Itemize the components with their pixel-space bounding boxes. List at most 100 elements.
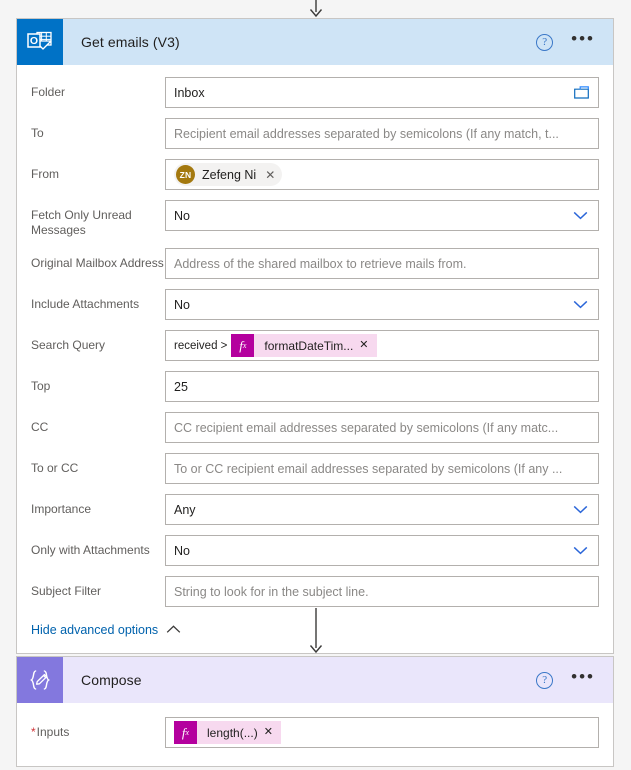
arrow-between-cards bbox=[0, 608, 631, 654]
action-card-compose[interactable]: Compose ? ••• *Inputs fx length(...) ✕ bbox=[16, 656, 614, 767]
importance-dropdown[interactable]: Any bbox=[165, 494, 599, 525]
card-title-get-emails: Get emails (V3) bbox=[81, 34, 180, 50]
card-title-compose: Compose bbox=[81, 672, 142, 688]
more-options-icon[interactable]: ••• bbox=[571, 668, 595, 687]
more-options-icon[interactable]: ••• bbox=[571, 30, 595, 49]
from-input[interactable]: ZN Zefeng Ni ✕ bbox=[165, 159, 599, 190]
to-placeholder: Recipient email addresses separated by s… bbox=[174, 126, 559, 141]
help-icon[interactable]: ? bbox=[536, 33, 554, 51]
chevron-glyph bbox=[573, 211, 588, 219]
chevron-down-icon[interactable] bbox=[567, 503, 594, 517]
field-label-search-query: Search Query bbox=[31, 338, 106, 352]
field-row-search-query: Search Query received > fx formatDateTim… bbox=[31, 330, 599, 361]
field-row-importance: Importance Any bbox=[31, 494, 599, 525]
field-control-search-query: received > fx formatDateTim... ✕ bbox=[165, 330, 599, 361]
field-control-to: Recipient email addresses separated by s… bbox=[165, 118, 599, 149]
field-row-top: Top 25 bbox=[31, 371, 599, 402]
importance-value: Any bbox=[174, 502, 196, 517]
chevron-down-icon[interactable] bbox=[567, 209, 594, 223]
field-label-include-attachments: Include Attachments bbox=[31, 297, 140, 311]
remove-token-icon[interactable]: ✕ bbox=[359, 340, 376, 351]
help-icon[interactable]: ? bbox=[536, 671, 554, 689]
field-row-include-attachments: Include Attachments No bbox=[31, 289, 599, 320]
field-label-folder: Folder bbox=[31, 85, 66, 99]
expression-token-formatdatetime[interactable]: fx formatDateTim... ✕ bbox=[231, 334, 377, 357]
field-control-inputs: fx length(...) ✕ bbox=[165, 717, 599, 748]
field-control-importance: Any bbox=[165, 494, 599, 525]
search-query-input[interactable]: received > fx formatDateTim... ✕ bbox=[165, 330, 599, 361]
expression-token-length[interactable]: fx length(...) ✕ bbox=[174, 721, 281, 744]
cc-input[interactable]: CC recipient email addresses separated b… bbox=[165, 412, 599, 443]
field-control-include-attachments: No bbox=[165, 289, 599, 320]
avatar: ZN bbox=[176, 165, 195, 184]
field-label-only-with-attachments: Only with Attachments bbox=[31, 543, 150, 557]
folder-picker-icon[interactable] bbox=[569, 86, 594, 99]
folder-value: Inbox bbox=[174, 85, 205, 100]
field-row-folder: Folder Inbox bbox=[31, 77, 599, 108]
field-control-subject-filter: String to look for in the subject line. bbox=[165, 576, 599, 607]
field-label-inputs-text: Inputs bbox=[36, 725, 70, 739]
field-row-fetch-only-unread-messages: Fetch Only Unread Messages No bbox=[31, 200, 599, 238]
remove-person-icon[interactable]: ✕ bbox=[265, 169, 275, 181]
subject-filter-placeholder: String to look for in the subject line. bbox=[174, 584, 369, 599]
person-chip-from[interactable]: ZN Zefeng Ni ✕ bbox=[174, 163, 283, 186]
action-card-get-emails[interactable]: O Get emails (V3) ? ••• Folder Inbox To … bbox=[16, 18, 614, 654]
to-or-cc-placeholder: To or CC recipient email addresses separ… bbox=[174, 461, 563, 476]
field-label-top: Top bbox=[31, 379, 51, 393]
folder-input[interactable]: Inbox bbox=[165, 77, 599, 108]
field-label-subject-filter: Subject Filter bbox=[31, 584, 102, 598]
card-body-get-emails: Folder Inbox To Recipient email addresse… bbox=[17, 65, 613, 653]
chevron-glyph bbox=[573, 546, 588, 554]
field-row-only-with-attachments: Only with Attachments No bbox=[31, 535, 599, 566]
field-label-cc: CC bbox=[31, 420, 49, 434]
field-row-inputs: *Inputs fx length(...) ✕ bbox=[31, 717, 599, 748]
chevron-down-icon[interactable] bbox=[567, 544, 594, 558]
include-attachments-value: No bbox=[174, 297, 190, 312]
to-or-cc-input[interactable]: To or CC recipient email addresses separ… bbox=[165, 453, 599, 484]
outlook-glyph: O bbox=[27, 31, 52, 50]
chevron-down-icon[interactable] bbox=[567, 298, 594, 312]
field-control-fetch-only-unread-messages: No bbox=[165, 200, 599, 231]
chevron-glyph bbox=[573, 505, 588, 513]
field-label-to-or-cc: To or CC bbox=[31, 461, 79, 475]
fetch-only-unread-messages-value: No bbox=[174, 208, 190, 223]
field-control-original-mailbox-address: Address of the shared mailbox to retriev… bbox=[165, 248, 599, 279]
fx-icon: fx bbox=[174, 721, 197, 744]
required-marker: * bbox=[31, 725, 36, 739]
field-control-only-with-attachments: No bbox=[165, 535, 599, 566]
card-header-get-emails[interactable]: O Get emails (V3) ? ••• bbox=[17, 19, 613, 65]
field-control-to-or-cc: To or CC recipient email addresses separ… bbox=[165, 453, 599, 484]
field-label-inputs: *Inputs bbox=[31, 717, 165, 740]
cc-placeholder: CC recipient email addresses separated b… bbox=[174, 420, 559, 435]
field-row-to-or-cc: To or CC To or CC recipient email addres… bbox=[31, 453, 599, 484]
subject-filter-input[interactable]: String to look for in the subject line. bbox=[165, 576, 599, 607]
expression-token-label: formatDateTim... bbox=[264, 338, 354, 353]
field-label-original-mailbox-address: Original Mailbox Address bbox=[31, 256, 164, 270]
expression-token-label: length(...) bbox=[207, 725, 258, 740]
svg-text:O: O bbox=[30, 35, 38, 47]
include-attachments-dropdown[interactable]: No bbox=[165, 289, 599, 320]
inputs-input[interactable]: fx length(...) ✕ bbox=[165, 717, 599, 748]
fetch-only-unread-messages-dropdown[interactable]: No bbox=[165, 200, 599, 231]
outlook-icon: O bbox=[17, 19, 63, 65]
field-row-subject-filter: Subject Filter String to look for in the… bbox=[31, 576, 599, 607]
remove-token-icon[interactable]: ✕ bbox=[264, 727, 281, 738]
card-header-compose[interactable]: Compose ? ••• bbox=[17, 657, 613, 703]
arrow-down-icon bbox=[309, 0, 322, 18]
card-body-compose: *Inputs fx length(...) ✕ bbox=[17, 703, 613, 766]
fx-icon: fx bbox=[231, 334, 255, 357]
field-control-from: ZN Zefeng Ni ✕ bbox=[165, 159, 599, 190]
to-input[interactable]: Recipient email addresses separated by s… bbox=[165, 118, 599, 149]
chevron-glyph bbox=[573, 300, 588, 308]
field-row-to: To Recipient email addresses separated b… bbox=[31, 118, 599, 149]
original-mailbox-address-input[interactable]: Address of the shared mailbox to retriev… bbox=[165, 248, 599, 279]
search-query-static-text: received > bbox=[174, 339, 228, 352]
only-with-attachments-dropdown[interactable]: No bbox=[165, 535, 599, 566]
field-row-original-mailbox-address: Original Mailbox Address Address of the … bbox=[31, 248, 599, 279]
person-name: Zefeng Ni bbox=[202, 167, 257, 182]
top-value: 25 bbox=[174, 379, 188, 394]
field-control-cc: CC recipient email addresses separated b… bbox=[165, 412, 599, 443]
field-row-from: From ZN Zefeng Ni ✕ bbox=[31, 159, 599, 190]
top-input[interactable]: 25 bbox=[165, 371, 599, 402]
field-label-from: From bbox=[31, 167, 59, 181]
